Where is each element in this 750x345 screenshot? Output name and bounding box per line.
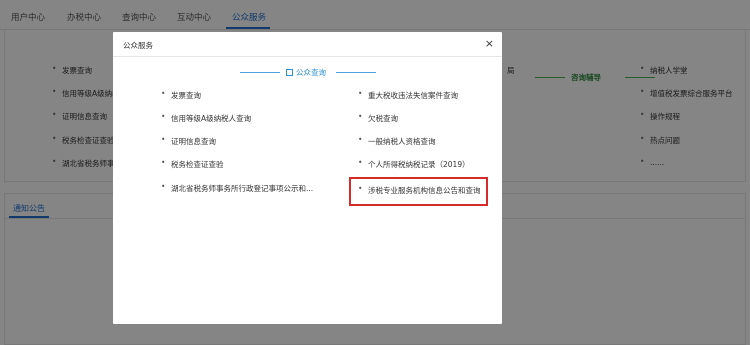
- dlg-link-inspection-cert[interactable]: 税务检查证查验: [161, 158, 223, 170]
- dialog-title: 公众服务: [123, 41, 153, 50]
- close-icon[interactable]: ×: [485, 37, 494, 50]
- section-title: 公众查询: [296, 68, 326, 77]
- dlg-link-personal-tax-record[interactable]: 个人所得税纳税记录（2019）: [358, 158, 470, 170]
- dlg-link-credit-a-query[interactable]: 信用等级A级纳税人查询: [161, 112, 251, 124]
- public-service-dialog: 公众服务 × 公众查询 发票查询 信用等级A级纳税人查询 证明信息查询 税务检查…: [113, 32, 502, 324]
- dialog-divider: [113, 56, 502, 57]
- query-icon: [286, 69, 293, 76]
- dlg-link-major-violation[interactable]: 重大税收违法失信案件查询: [358, 89, 458, 101]
- highlight-box: [349, 177, 488, 206]
- dlg-link-general-taxpayer[interactable]: 一般纳税人资格查询: [358, 135, 435, 147]
- public-query-section-header: 公众查询: [240, 67, 376, 77]
- dlg-link-certificate-query[interactable]: 证明信息查询: [161, 135, 216, 147]
- dlg-link-hubei-tax-agent[interactable]: 湖北省税务师事务所行政登记事项公示和...: [161, 182, 313, 194]
- dlg-link-tax-arrears[interactable]: 欠税查询: [358, 112, 398, 124]
- dlg-link-invoice-query[interactable]: 发票查询: [161, 89, 201, 101]
